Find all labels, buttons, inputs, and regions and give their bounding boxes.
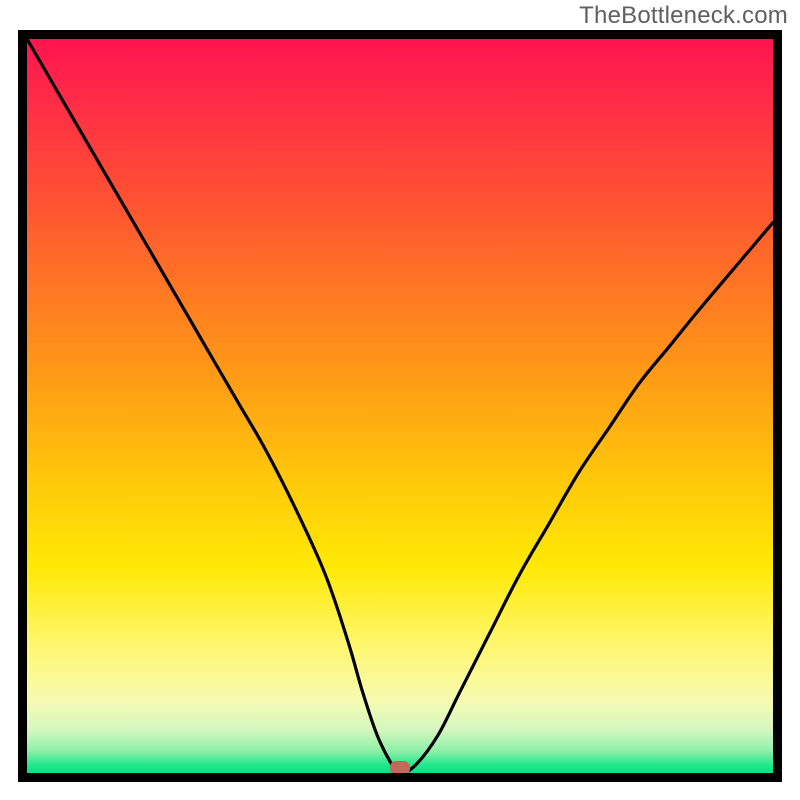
plot-frame	[18, 30, 782, 782]
minimum-marker	[390, 761, 410, 773]
curve-layer	[27, 39, 773, 773]
chart-stage: TheBottleneck.com	[0, 0, 800, 800]
watermark-text: TheBottleneck.com	[579, 2, 788, 30]
bottleneck-curve	[27, 39, 773, 773]
